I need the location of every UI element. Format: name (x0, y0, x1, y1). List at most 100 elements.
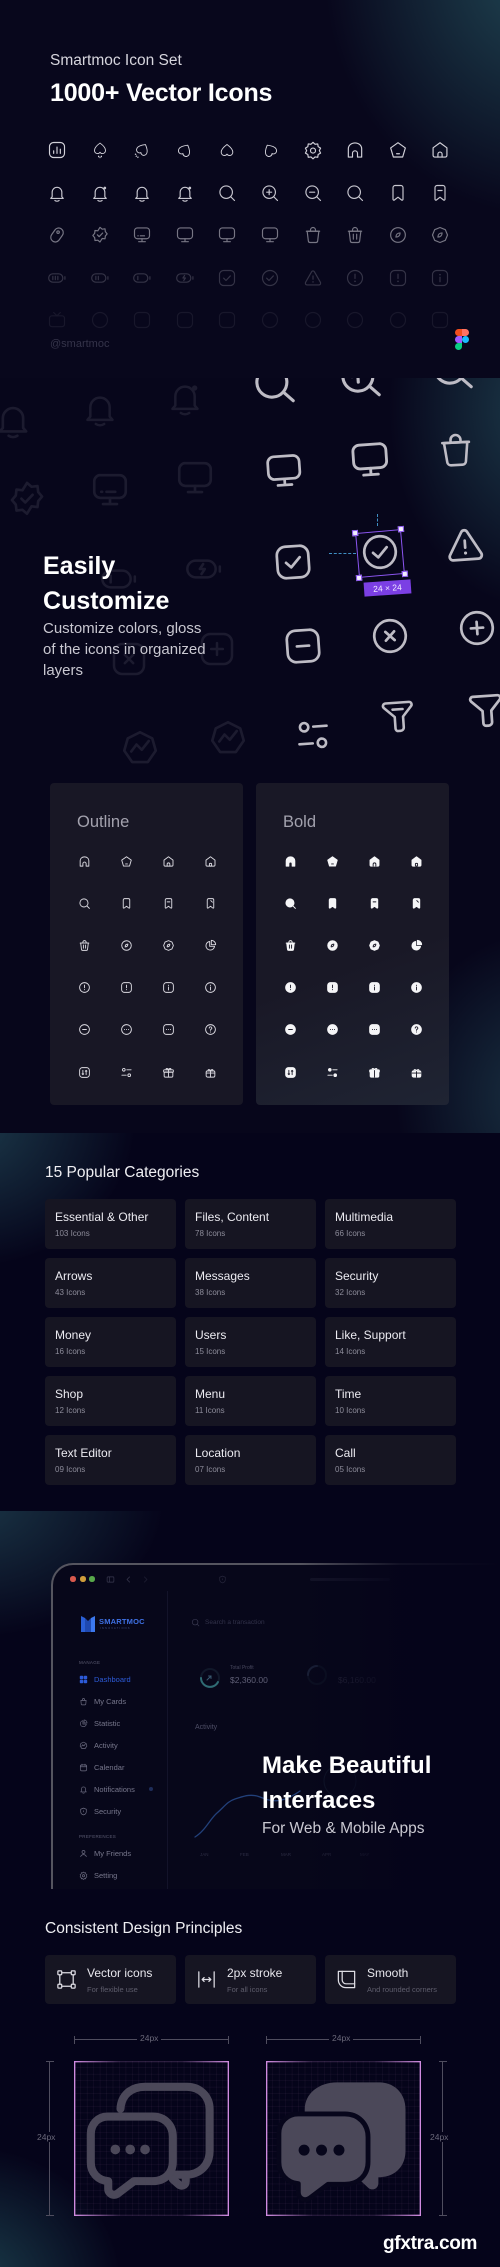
resize-handle[interactable] (351, 529, 359, 537)
search-icon (217, 183, 260, 203)
category-name: Text Editor (55, 1446, 112, 1460)
sidebar-item-label: Activity (94, 1740, 118, 1750)
window-maximize-button[interactable] (89, 1576, 95, 1582)
sidebar-item-my-cards[interactable]: My Cards (79, 1690, 164, 1712)
sidebar-item-dashboard[interactable]: Dashboard (79, 1668, 164, 1690)
sliders-icon (311, 1066, 353, 1079)
description-line: Customize colors, gloss (43, 620, 202, 637)
heart-up-icon (217, 140, 260, 160)
shield-icon[interactable] (218, 1575, 227, 1584)
search-icon (191, 1618, 200, 1627)
resize-handle[interactable] (397, 525, 405, 533)
resize-handle[interactable] (355, 574, 363, 582)
info-circle-icon (395, 981, 437, 994)
home-arch-icon (63, 855, 105, 868)
selection-box[interactable] (351, 525, 409, 582)
home-door-icon (430, 140, 473, 160)
bell-dot-icon (90, 183, 133, 203)
principle-card: Smooth And rounded corners (325, 1955, 456, 2004)
guide-line-horizontal (329, 553, 356, 554)
sidebar-item-statistic[interactable]: Statistic (79, 1712, 164, 1734)
home-arch-icon (269, 855, 311, 868)
background-icon (89, 469, 131, 511)
category-card: Users 15 Icons (185, 1317, 316, 1367)
bold-chat-diagram (266, 2061, 421, 2216)
category-name: Security (335, 1269, 379, 1283)
bookmark-minus-icon (353, 897, 395, 910)
battery-low-icon (132, 268, 175, 288)
battery-charge-icon (175, 268, 218, 288)
monitor-icon (175, 225, 218, 245)
resize-handle[interactable] (401, 570, 409, 578)
sidebar-toggle-icon[interactable] (106, 1575, 115, 1584)
battery-full-icon (47, 268, 90, 288)
minus-circle-icon (63, 1023, 105, 1036)
home-pentagon-icon (105, 855, 147, 868)
icon-row (47, 214, 473, 257)
sidebar-item-label: Dashboard (94, 1674, 131, 1684)
heart-tilt-left-icon (175, 140, 218, 160)
pie-chart-icon (189, 939, 231, 952)
outline-chat-diagram (74, 2061, 229, 2216)
activity-title: Activity (195, 1724, 218, 1731)
category-count: 09 Icons (55, 1465, 86, 1474)
square-outline-icon (175, 310, 218, 330)
category-count: 43 Icons (55, 1288, 86, 1297)
gift-alt-icon (395, 1066, 437, 1079)
category-count: 10 Icons (335, 1406, 366, 1415)
showcase-icon (248, 378, 299, 410)
icon-row (47, 172, 473, 215)
chevron-left-icon[interactable] (124, 1575, 133, 1584)
chart-month-label: FEB (240, 1852, 249, 1857)
panel-title: Outline (77, 813, 130, 831)
search-icon (63, 897, 105, 910)
chevron-right-icon[interactable] (141, 1575, 150, 1584)
category-card: Security 32 Icons (325, 1258, 456, 1308)
sidebar-item-setting[interactable]: Setting (79, 1864, 164, 1886)
sidebar-divider (167, 1591, 168, 1889)
category-name: Location (195, 1446, 241, 1460)
sidebar-item-label: Security (94, 1806, 122, 1816)
category-count: 07 Icons (195, 1465, 226, 1474)
bookmark-minus-icon (147, 897, 189, 910)
check-circle-icon (260, 268, 303, 288)
chart-month-label: JAN (200, 1852, 209, 1857)
notification-badge (149, 1787, 153, 1791)
home-pentagon-icon (311, 855, 353, 868)
category-name: Arrows (55, 1269, 93, 1283)
window-close-button[interactable] (70, 1576, 76, 1582)
window-minimize-button[interactable] (80, 1576, 86, 1582)
chat-dot (110, 2144, 121, 2155)
selection-size-label: 24 × 24 (363, 579, 412, 597)
chat-dot (125, 2144, 136, 2155)
category-name: Money (55, 1328, 92, 1342)
category-card: Time 10 Icons (325, 1376, 456, 1426)
discount-circle-icon (388, 225, 431, 245)
bookmark-edit-icon (189, 897, 231, 910)
sidebar-item-activity[interactable]: Activity (79, 1734, 164, 1756)
hero-subtitle: Smartmoc Icon Set (50, 52, 182, 69)
figma-logo-icon (455, 329, 469, 350)
home-door-alt-icon (395, 855, 437, 868)
principle-card: 2px stroke For all icons (185, 1955, 316, 2004)
category-name: Like, Support (335, 1328, 406, 1342)
sidebar-item-label: My Friends (94, 1848, 132, 1858)
search-input[interactable]: Search a transaction (205, 1619, 265, 1626)
category-count: 78 Icons (195, 1229, 226, 1238)
logo-tagline: INNOVATIONS (100, 1627, 131, 1630)
outline-style-panel: Outline (50, 783, 243, 1105)
sidebar-item-notifications[interactable]: Notifications (79, 1778, 164, 1800)
sidebar-item-my-friends[interactable]: My Friends (79, 1842, 164, 1864)
sidebar-item-security[interactable]: Security (79, 1800, 164, 1822)
category-card: Menu 11 Icons (185, 1376, 316, 1426)
sidebar-item-calendar[interactable]: Calendar (79, 1756, 164, 1778)
background-icon (0, 399, 34, 441)
circle-outline-icon (303, 310, 346, 330)
width-dimension-label: 24px (137, 2033, 162, 2043)
bookmark-edit-icon (395, 897, 437, 910)
discount-shape-icon (147, 939, 189, 952)
info-square-icon (147, 981, 189, 994)
showcase-icon (455, 606, 500, 651)
stroke-width-icon (195, 1968, 218, 1991)
category-name: Multimedia (335, 1210, 394, 1224)
